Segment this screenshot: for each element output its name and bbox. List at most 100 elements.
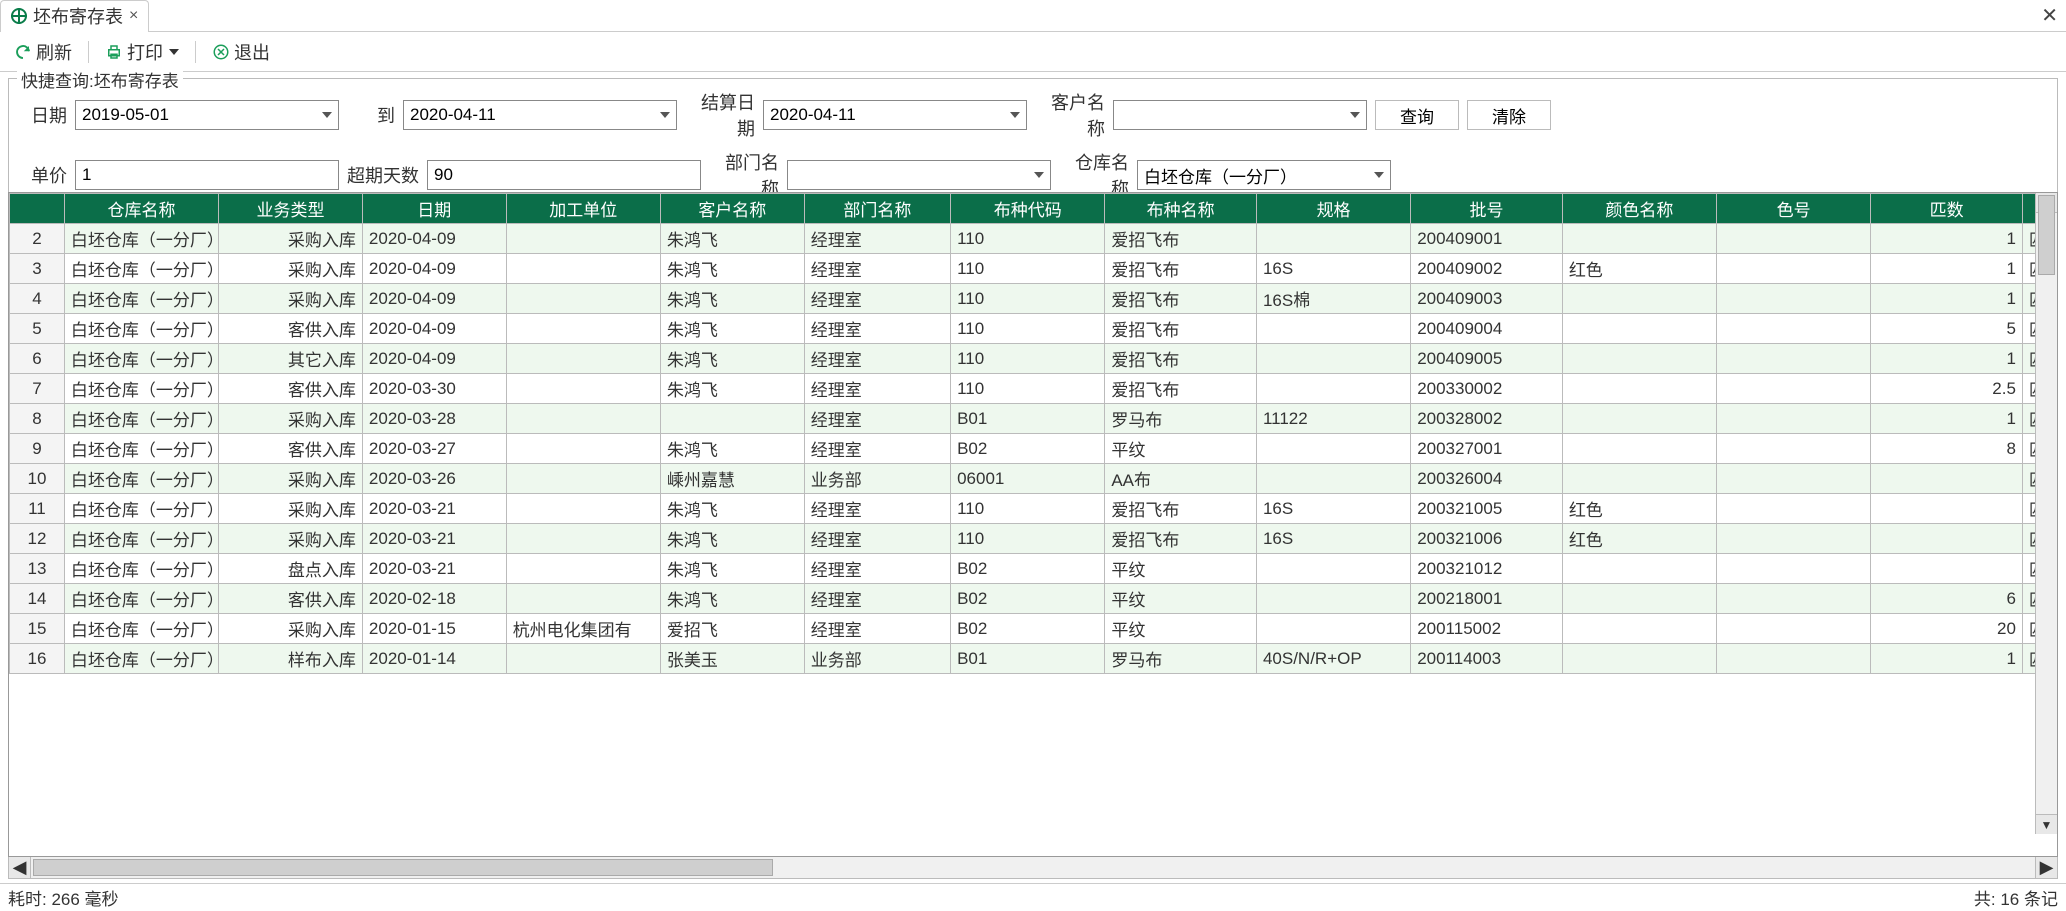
table-cell [506, 254, 660, 284]
table-cell [506, 584, 660, 614]
table-cell: 客供入库 [219, 434, 363, 464]
date-to-input[interactable] [403, 100, 677, 130]
table-cell: 白坯仓库（一分厂） [64, 584, 218, 614]
table-cell: 朱鸿飞 [660, 224, 804, 254]
date-from-input[interactable] [75, 100, 339, 130]
table-cell [1717, 464, 1871, 494]
chevron-down-icon[interactable] [1366, 161, 1390, 189]
tab-active[interactable]: 坯布寄存表 × [0, 0, 149, 32]
table-row[interactable]: 13白坯仓库（一分厂）盘点入库2020-03-21朱鸿飞经理室B02平纹2003… [10, 554, 2057, 584]
overdue-days-input[interactable] [427, 160, 701, 190]
table-cell [506, 344, 660, 374]
chevron-down-icon[interactable] [1026, 161, 1050, 189]
table-cell: B02 [951, 614, 1105, 644]
table-cell: 200321006 [1411, 524, 1563, 554]
exit-button[interactable]: 退出 [206, 37, 276, 67]
table-row[interactable]: 5白坯仓库（一分厂）客供入库2020-04-09朱鸿飞经理室110爱招飞布200… [10, 314, 2057, 344]
table-cell: 采购入库 [219, 494, 363, 524]
table-cell [1562, 284, 1716, 314]
table-row[interactable]: 3白坯仓库（一分厂）采购入库2020-04-09朱鸿飞经理室110爱招飞布16S… [10, 254, 2057, 284]
table-row[interactable]: 9白坯仓库（一分厂）客供入库2020-03-27朱鸿飞经理室B02平纹20032… [10, 434, 2057, 464]
col-color-name[interactable]: 颜色名称 [1562, 194, 1716, 224]
tab-close-icon[interactable]: × [129, 7, 138, 25]
table-cell: 6 [1871, 584, 2023, 614]
col-qty[interactable]: 匹数 [1871, 194, 2023, 224]
table-cell: 200409005 [1411, 344, 1563, 374]
dept-field[interactable] [788, 161, 1026, 189]
scroll-down-arrow[interactable]: ▼ [2036, 814, 2057, 834]
table-cell [1717, 584, 1871, 614]
table-row[interactable]: 2白坯仓库（一分厂）采购入库2020-04-09朱鸿飞经理室110爱招飞布200… [10, 224, 2057, 254]
scroll-right-arrow[interactable]: ▶ [2035, 857, 2057, 878]
table-row[interactable]: 7白坯仓库（一分厂）客供入库2020-03-30朱鸿飞经理室110爱招飞布200… [10, 374, 2057, 404]
table-cell: 客供入库 [219, 584, 363, 614]
window-close-icon[interactable]: ✕ [2041, 3, 2058, 28]
table-row[interactable]: 6白坯仓库（一分厂）其它入库2020-04-09朱鸿飞经理室110爱招飞布200… [10, 344, 2057, 374]
chevron-down-icon[interactable] [652, 101, 676, 129]
warehouse-field[interactable] [1138, 161, 1366, 189]
table-row[interactable]: 16白坯仓库（一分厂）样布入库2020-01-14张美玉业务部B01罗马布40S… [10, 644, 2057, 674]
refresh-button[interactable]: 刷新 [8, 37, 78, 67]
col-customer[interactable]: 客户名称 [660, 194, 804, 224]
query-button[interactable]: 查询 [1375, 100, 1459, 130]
scroll-thumb[interactable] [33, 859, 773, 876]
col-date[interactable]: 日期 [362, 194, 506, 224]
col-biztype[interactable]: 业务类型 [219, 194, 363, 224]
table-cell: 经理室 [804, 434, 950, 464]
table-cell: 平纹 [1105, 614, 1257, 644]
customer-input[interactable] [1113, 100, 1367, 130]
scroll-left-arrow[interactable]: ◀ [9, 857, 31, 878]
unit-price-input[interactable] [75, 160, 339, 190]
table-row[interactable]: 11白坯仓库（一分厂）采购入库2020-03-21朱鸿飞经理室110爱招飞布16… [10, 494, 2057, 524]
overdue-days-field[interactable] [428, 161, 700, 189]
table-row[interactable]: 8白坯仓库（一分厂）采购入库2020-03-28经理室B01罗马布1112220… [10, 404, 2057, 434]
dept-input[interactable] [787, 160, 1051, 190]
table-cell: 爱招飞布 [1105, 344, 1257, 374]
col-lot[interactable]: 批号 [1411, 194, 1563, 224]
date-from-field[interactable] [76, 101, 314, 129]
chevron-down-icon[interactable] [314, 101, 338, 129]
warehouse-input[interactable] [1137, 160, 1391, 190]
table-cell: 2020-01-15 [362, 614, 506, 644]
clear-button[interactable]: 清除 [1467, 100, 1551, 130]
table-cell: 16S [1256, 494, 1410, 524]
table-cell: 朱鸿飞 [660, 494, 804, 524]
col-fabric-name[interactable]: 布种名称 [1105, 194, 1257, 224]
table-cell [1717, 404, 1871, 434]
table-cell: 10 [10, 464, 65, 494]
col-dept[interactable]: 部门名称 [804, 194, 950, 224]
table-cell: 11122 [1256, 404, 1410, 434]
table-cell: 经理室 [804, 494, 950, 524]
col-rownum[interactable] [10, 194, 65, 224]
table-cell: 5 [1871, 314, 2023, 344]
col-fabric-code[interactable]: 布种代码 [951, 194, 1105, 224]
table-row[interactable]: 15白坯仓库（一分厂）采购入库2020-01-15杭州电化集团有爱招飞经理室B0… [10, 614, 2057, 644]
scroll-thumb[interactable] [2038, 195, 2055, 275]
print-button[interactable]: 打印 [99, 37, 185, 67]
table-cell [1717, 554, 1871, 584]
chevron-down-icon[interactable] [1002, 101, 1026, 129]
table-cell: 2020-03-27 [362, 434, 506, 464]
table-cell: 白坯仓库（一分厂） [64, 434, 218, 464]
vertical-scrollbar[interactable]: ▲ ▼ [2035, 193, 2057, 834]
customer-field[interactable] [1114, 101, 1342, 129]
table-row[interactable]: 4白坯仓库（一分厂）采购入库2020-04-09朱鸿飞经理室110爱招飞布16S… [10, 284, 2057, 314]
table-row[interactable]: 14白坯仓库（一分厂）客供入库2020-02-18朱鸿飞经理室B02平纹2002… [10, 584, 2057, 614]
table-cell: 白坯仓库（一分厂） [64, 314, 218, 344]
col-process-unit[interactable]: 加工单位 [506, 194, 660, 224]
table-cell [1717, 254, 1871, 284]
unit-price-field[interactable] [76, 161, 338, 189]
table-row[interactable]: 12白坯仓库（一分厂）采购入库2020-03-21朱鸿飞经理室110爱招飞布16… [10, 524, 2057, 554]
table-cell: 16S棉 [1256, 284, 1410, 314]
settle-date-field[interactable] [764, 101, 1002, 129]
table-row[interactable]: 10白坯仓库（一分厂）采购入库2020-03-26嵊州嘉慧业务部06001AA布… [10, 464, 2057, 494]
col-warehouse[interactable]: 仓库名称 [64, 194, 218, 224]
col-color-no[interactable]: 色号 [1717, 194, 1871, 224]
horizontal-scrollbar[interactable]: ◀ ▶ [8, 857, 2058, 879]
chevron-down-icon[interactable] [1342, 101, 1366, 129]
table-cell: 1 [1871, 404, 2023, 434]
table-cell [1562, 344, 1716, 374]
date-to-field[interactable] [404, 101, 652, 129]
settle-date-input[interactable] [763, 100, 1027, 130]
col-spec[interactable]: 规格 [1256, 194, 1410, 224]
